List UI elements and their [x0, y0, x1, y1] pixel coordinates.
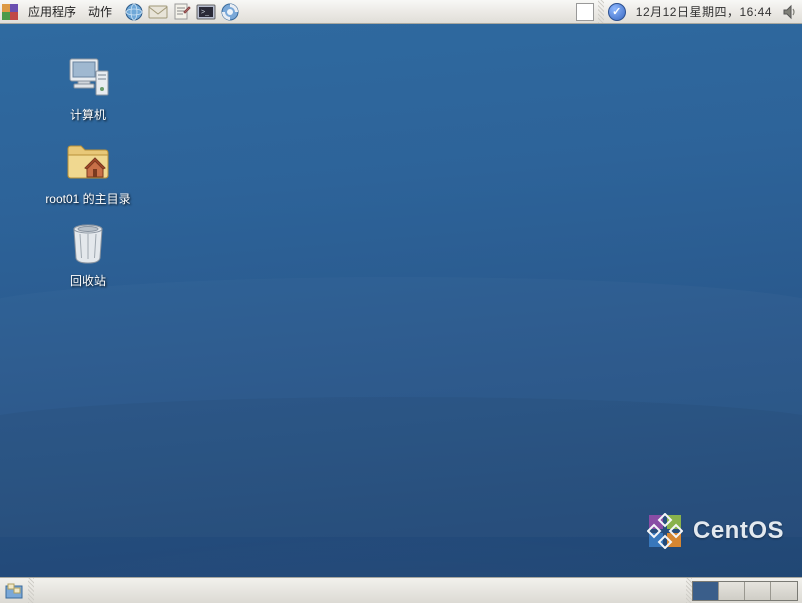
desktop-icon-label: 回收站 [70, 272, 106, 289]
home-folder-icon [64, 138, 112, 186]
update-notifier-icon[interactable] [608, 3, 626, 21]
centos-mark-icon [647, 513, 683, 549]
terminal-launcher-icon[interactable]: >_ [194, 1, 218, 23]
workspace-1[interactable] [693, 582, 719, 600]
panel-grip [598, 0, 604, 23]
desktop[interactable]: 计算机 root01 的主目录 [0, 24, 802, 577]
clock[interactable]: 12月12日星期四，16:44 [630, 3, 778, 20]
help-launcher-icon[interactable] [218, 1, 242, 23]
workspace-4[interactable] [771, 582, 797, 600]
actions-menu[interactable]: 动作 [82, 0, 118, 23]
workspace-switcher[interactable] [692, 581, 798, 601]
desktop-icon-label: 计算机 [70, 106, 106, 123]
workspace-3[interactable] [745, 582, 771, 600]
volume-icon[interactable] [778, 1, 802, 23]
email-client-launcher-icon[interactable] [146, 1, 170, 23]
desktop-icon-trash[interactable]: 回收站 [28, 220, 148, 289]
show-desktop-button[interactable] [2, 580, 26, 602]
top-panel: 应用程序 动作 >_ 12月12日星期四，16:44 [0, 0, 802, 24]
computer-icon [64, 54, 112, 102]
text-editor-launcher-icon[interactable] [170, 1, 194, 23]
bottom-panel [0, 577, 802, 603]
centos-logo: CentOS [647, 513, 784, 549]
svg-text:>_: >_ [201, 9, 209, 16]
applications-menu[interactable]: 应用程序 [22, 0, 82, 23]
desktop-icon-label: root01 的主目录 [45, 190, 130, 207]
centos-brand-text: CentOS [693, 517, 784, 545]
keyboard-indicator[interactable] [576, 3, 594, 21]
desktop-icon-home[interactable]: root01 的主目录 [28, 138, 148, 207]
wallpaper-wave [0, 397, 802, 577]
panel-grip [28, 578, 34, 603]
workspace-2[interactable] [719, 582, 745, 600]
main-menu-icon[interactable] [2, 4, 18, 20]
trash-icon [64, 220, 112, 268]
web-browser-launcher-icon[interactable] [122, 1, 146, 23]
desktop-icon-computer[interactable]: 计算机 [28, 54, 148, 123]
